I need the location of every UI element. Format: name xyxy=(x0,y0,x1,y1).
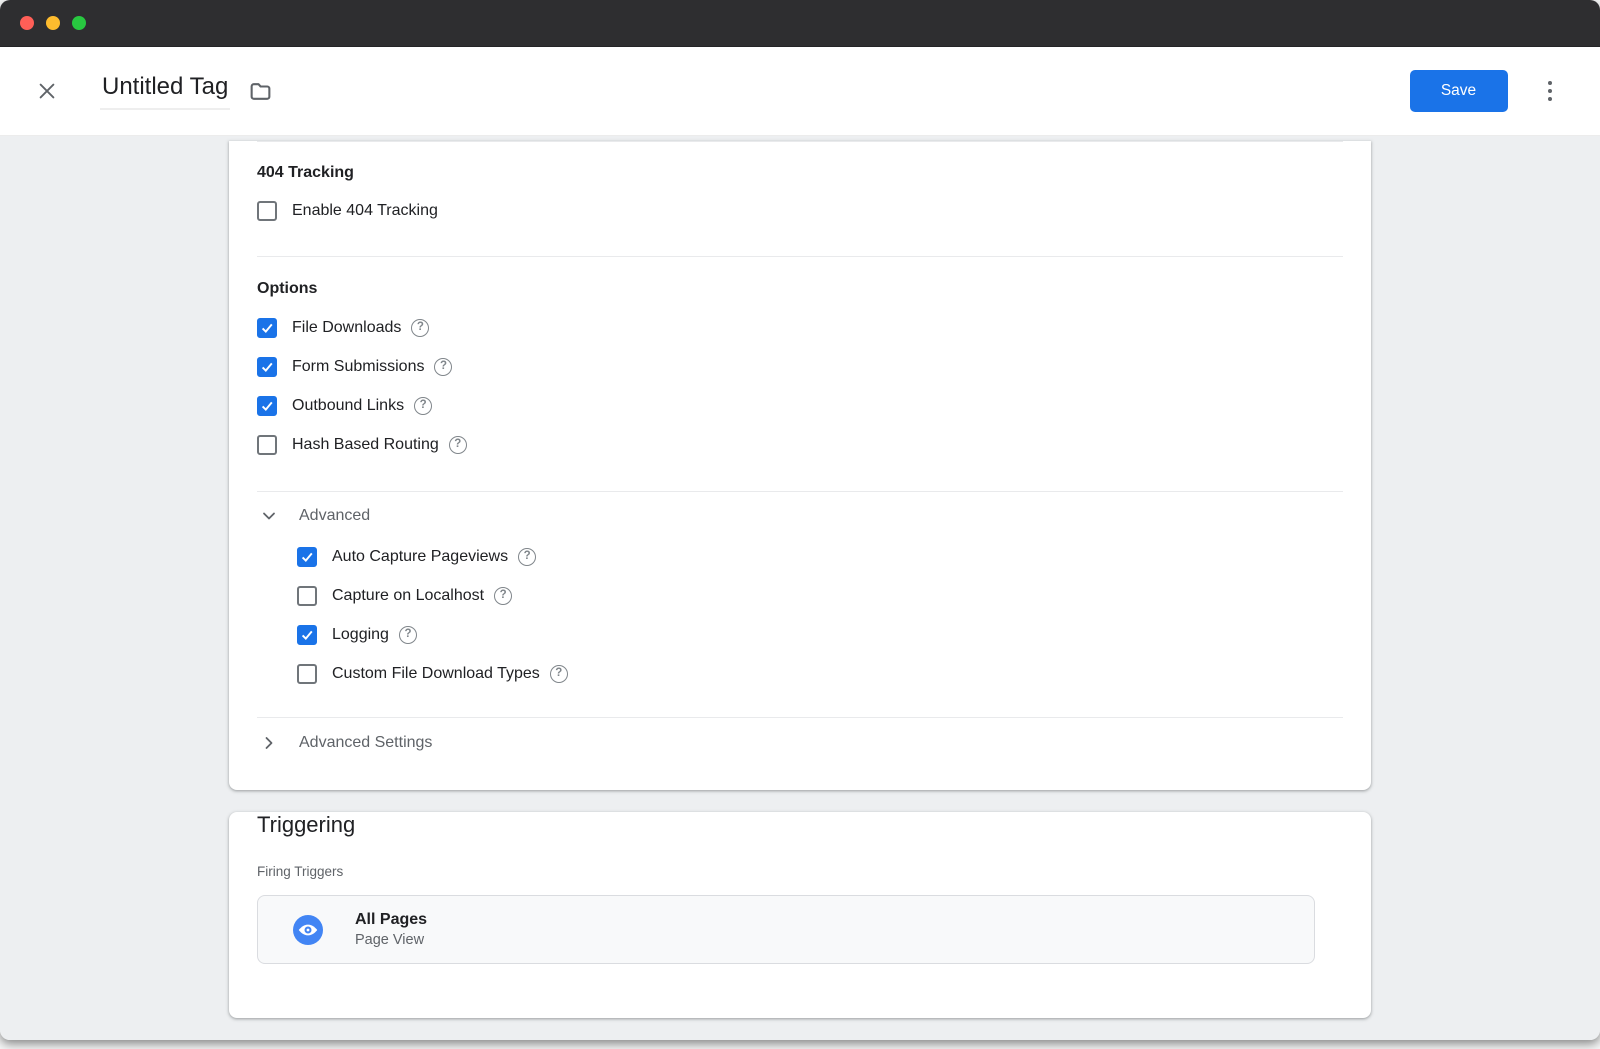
traffic-lights xyxy=(20,16,86,30)
checkbox-label: File Downloads xyxy=(292,319,401,337)
checkmark-icon xyxy=(299,549,315,565)
close-icon[interactable] xyxy=(36,80,58,102)
section-divider xyxy=(257,256,1343,257)
help-icon[interactable] xyxy=(449,436,467,454)
save-button[interactable]: Save xyxy=(1410,70,1508,112)
help-icon[interactable] xyxy=(550,665,568,683)
zoom-window-button[interactable] xyxy=(72,16,86,30)
checkbox-label: Enable 404 Tracking xyxy=(292,202,438,220)
section-heading-options: Options xyxy=(257,279,1343,298)
help-icon[interactable] xyxy=(494,587,512,605)
minimize-window-button[interactable] xyxy=(46,16,60,30)
enable-404-tracking-row: Enable 404 Tracking xyxy=(257,200,1343,222)
section-heading-404-tracking: 404 Tracking xyxy=(257,163,1343,182)
eye-icon xyxy=(293,915,323,945)
custom-file-download-types-checkbox[interactable] xyxy=(297,664,317,684)
capture-on-localhost-checkbox[interactable] xyxy=(297,586,317,606)
help-icon[interactable] xyxy=(399,626,417,644)
checkbox-label: Logging xyxy=(332,626,389,644)
trigger-name: All Pages xyxy=(355,911,427,929)
checkmark-icon xyxy=(259,398,275,414)
logging-checkbox[interactable] xyxy=(297,625,317,645)
advanced-settings-label: Advanced Settings xyxy=(299,734,432,752)
advanced-settings-expander[interactable]: Advanced Settings xyxy=(257,732,1343,754)
enable-404-tracking-checkbox[interactable] xyxy=(257,201,277,221)
macos-titlebar xyxy=(0,0,1600,47)
checkmark-icon xyxy=(299,627,315,643)
checkbox-label: Custom File Download Types xyxy=(332,665,540,683)
checkmark-icon xyxy=(259,320,275,336)
checkbox-label: Form Submissions xyxy=(292,358,424,376)
checkbox-label: Hash Based Routing xyxy=(292,436,439,454)
section-divider xyxy=(257,717,1343,718)
advanced-expander[interactable]: Advanced xyxy=(257,505,1343,527)
tag-configuration-scroll-area[interactable]: 404 Tracking Enable 404 Tracking Options… xyxy=(0,136,1600,1040)
outbound-links-checkbox[interactable] xyxy=(257,396,277,416)
section-divider xyxy=(257,491,1343,492)
option-row-hash-based-routing: Hash Based Routing xyxy=(257,434,1343,456)
option-row-logging: Logging xyxy=(297,624,1343,646)
option-row-outbound-links: Outbound Links xyxy=(257,395,1343,417)
option-row-file-downloads: File Downloads xyxy=(257,317,1343,339)
checkmark-icon xyxy=(259,359,275,375)
close-window-button[interactable] xyxy=(20,16,34,30)
checkbox-label: Auto Capture Pageviews xyxy=(332,548,508,566)
option-row-auto-capture-pageviews: Auto Capture Pageviews xyxy=(297,546,1343,568)
help-icon[interactable] xyxy=(411,319,429,337)
chevron-down-icon xyxy=(261,508,277,524)
more-options-icon[interactable] xyxy=(1544,77,1557,106)
triggering-card: Triggering Firing Triggers All Pages Pag… xyxy=(229,812,1371,1018)
help-icon[interactable] xyxy=(434,358,452,376)
firing-triggers-label: Firing Triggers xyxy=(257,864,1343,880)
option-row-capture-on-localhost: Capture on Localhost xyxy=(297,585,1343,607)
advanced-label: Advanced xyxy=(299,507,370,525)
tag-settings-card: 404 Tracking Enable 404 Tracking Options… xyxy=(229,141,1371,790)
trigger-row-all-pages[interactable]: All Pages Page View xyxy=(257,895,1315,964)
help-icon[interactable] xyxy=(414,397,432,415)
folder-icon[interactable] xyxy=(248,79,273,104)
section-divider xyxy=(257,141,1343,142)
tag-name-input[interactable]: Untitled Tag xyxy=(100,72,230,110)
tag-editor-header: Untitled Tag Save xyxy=(0,47,1600,136)
file-downloads-checkbox[interactable] xyxy=(257,318,277,338)
option-row-custom-file-download-types: Custom File Download Types xyxy=(297,663,1343,685)
chevron-right-icon xyxy=(261,735,277,751)
trigger-type: Page View xyxy=(355,932,427,948)
help-icon[interactable] xyxy=(518,548,536,566)
triggering-heading: Triggering xyxy=(257,812,1343,838)
form-submissions-checkbox[interactable] xyxy=(257,357,277,377)
auto-capture-pageviews-checkbox[interactable] xyxy=(297,547,317,567)
checkbox-label: Capture on Localhost xyxy=(332,587,484,605)
hash-based-routing-checkbox[interactable] xyxy=(257,435,277,455)
app-window: Untitled Tag Save 404 Tracking Enable 40… xyxy=(0,0,1600,1040)
checkbox-label: Outbound Links xyxy=(292,397,404,415)
tag-name-value: Untitled Tag xyxy=(102,74,228,100)
option-row-form-submissions: Form Submissions xyxy=(257,356,1343,378)
